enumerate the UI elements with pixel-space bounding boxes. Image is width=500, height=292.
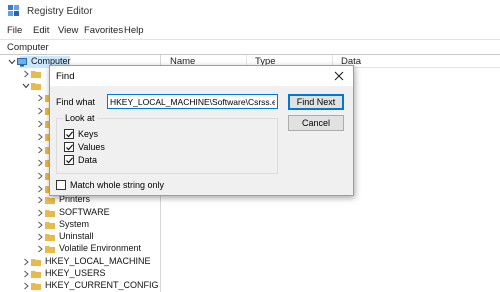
match-whole-checkbox[interactable] [56,180,66,190]
menu-edit[interactable]: Edit [33,25,49,36]
chevron-right-icon[interactable] [36,196,44,204]
match-whole-label: Match whole string only [70,180,165,190]
folder-icon [31,258,41,266]
tree-item-software[interactable]: SOFTWARE [36,207,160,219]
folder-icon [31,70,41,78]
close-icon[interactable] [333,70,345,82]
tree-item-label: SOFTWARE [59,207,110,217]
tree-item-label: HKEY_LOCAL_MACHINE [45,256,151,266]
cancel-button[interactable]: Cancel [288,115,344,131]
chevron-right-icon[interactable] [36,233,44,241]
chevron-right-icon[interactable] [36,146,44,154]
tree-item-hkey-current-config[interactable]: HKEY_CURRENT_CONFIG [22,280,160,292]
menu-file[interactable]: File [7,25,22,36]
folder-icon [45,221,55,229]
find-dialog: Find Find what Find Next Cancel Look at … [49,65,354,196]
menu-bar: File Edit View Favorites Help [0,22,500,39]
find-what-label: Find what [56,97,96,107]
look-at-group: Look at Keys Values Data [56,113,278,174]
data-checkbox[interactable] [64,155,74,165]
folder-icon [31,270,41,278]
chevron-right-icon[interactable] [22,70,30,78]
values-checkbox[interactable] [64,142,74,152]
chevron-right-icon[interactable] [36,159,44,167]
chevron-right-icon[interactable] [22,282,30,290]
tree-item-uninstall[interactable]: Uninstall [36,231,160,243]
find-next-button[interactable]: Find Next [288,94,344,110]
folder-icon [31,82,41,90]
chevron-right-icon[interactable] [36,133,44,141]
look-at-label: Look at [63,113,97,123]
address-path: Computer [7,42,49,53]
chevron-right-icon[interactable] [36,245,44,253]
computer-icon [17,58,27,67]
menu-help[interactable]: Help [124,25,144,36]
tree-item-label: Volatile Environment [59,243,142,253]
find-what-input[interactable] [107,94,278,109]
chevron-right-icon[interactable] [22,258,30,266]
folder-icon [45,209,55,217]
tree-item-hkey-local-machine[interactable]: HKEY_LOCAL_MACHINE [22,256,160,268]
tree-item-label: Uninstall [59,231,94,241]
folder-icon [45,245,55,253]
chevron-right-icon[interactable] [36,107,44,115]
dialog-title: Find [56,71,75,82]
chevron-right-icon[interactable] [36,172,44,180]
tree-item-label: HKEY_USERS [45,268,106,278]
values-label: Values [78,142,105,152]
chevron-right-icon[interactable] [36,120,44,128]
folder-icon [31,282,41,290]
address-bar[interactable]: Computer [0,39,500,55]
window-title: Registry Editor [27,6,93,17]
tree-item-hkey-users[interactable]: HKEY_USERS [22,268,160,280]
keys-label: Keys [78,129,99,139]
chevron-right-icon[interactable] [36,94,44,102]
tree-item-system[interactable]: System [36,219,160,231]
chevron-right-icon[interactable] [22,270,30,278]
data-label: Data [78,155,98,165]
title-bar: Registry Editor [0,0,500,22]
menu-favorites[interactable]: Favorites [84,25,123,36]
tree-item-volatile-environment[interactable]: Volatile Environment [36,243,160,255]
keys-checkbox[interactable] [64,129,74,139]
chevron-down-icon[interactable] [8,58,16,66]
chevron-right-icon[interactable] [36,185,44,193]
menu-view[interactable]: View [58,25,78,36]
folder-icon [45,196,55,204]
folder-icon [45,233,55,241]
tree-item-label: HKEY_CURRENT_CONFIG [45,280,159,290]
chevron-down-icon[interactable] [22,82,30,90]
chevron-right-icon[interactable] [36,209,44,217]
regedit-icon [8,5,20,17]
tree-item-label: System [59,219,90,229]
dialog-title-bar[interactable]: Find [50,66,353,86]
chevron-right-icon[interactable] [36,221,44,229]
